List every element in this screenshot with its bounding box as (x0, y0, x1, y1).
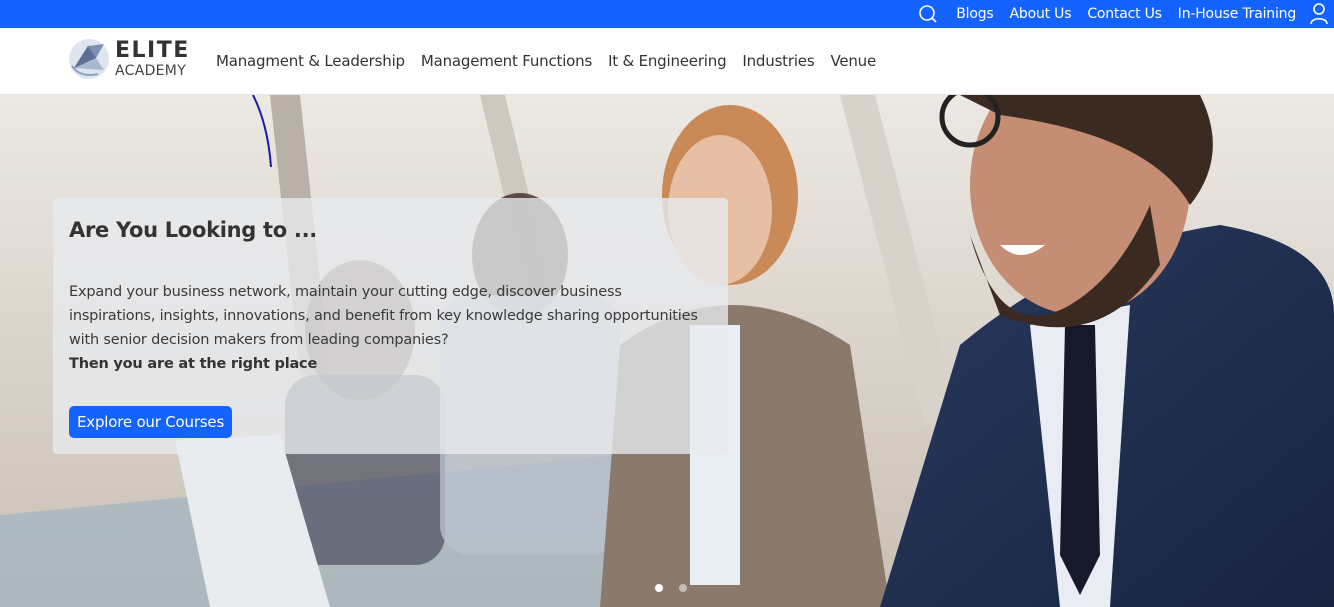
carousel-indicators (655, 584, 703, 592)
hero-title: Are You Looking to ... (69, 218, 317, 242)
main-navbar: ELITE ACADEMY Managment & Leadership Man… (0, 28, 1334, 95)
nav-item-managment-leadership[interactable]: Managment & Leadership (216, 52, 405, 70)
logo-line-1: ELITE (115, 38, 190, 63)
hero-body-text: Expand your business network, maintain y… (69, 284, 698, 348)
nav-item-it-engineering[interactable]: It & Engineering (608, 52, 727, 70)
hero-emphasis-text: Then you are at the right place (69, 356, 318, 372)
logo-emblem-icon (69, 39, 109, 79)
logo-line-2: ACADEMY (115, 63, 187, 79)
topbar-link-contact-us[interactable]: Contact Us (1087, 6, 1162, 22)
topbar-link-blogs[interactable]: Blogs (956, 6, 993, 22)
top-utility-bar: Blogs About Us Contact Us In-House Train… (0, 0, 1334, 28)
site-logo[interactable]: ELITE ACADEMY (68, 38, 190, 80)
main-menu: Managment & Leadership Management Functi… (216, 52, 892, 70)
carousel-dot-2[interactable] (679, 584, 687, 592)
user-icon[interactable] (1310, 3, 1328, 25)
topbar-link-in-house-training[interactable]: In-House Training (1178, 6, 1296, 22)
nav-item-venue[interactable]: Venue (830, 52, 876, 70)
nav-item-industries[interactable]: Industries (742, 52, 814, 70)
topbar-link-about-us[interactable]: About Us (1010, 6, 1072, 22)
hero-carousel: Are You Looking to ... Expand your busin… (0, 95, 1334, 607)
nav-item-management-functions[interactable]: Management Functions (421, 52, 592, 70)
carousel-dot-1[interactable] (655, 584, 663, 592)
hero-card: Are You Looking to ... Expand your busin… (53, 198, 728, 454)
explore-courses-button[interactable]: Explore our Courses (69, 406, 233, 438)
search-icon[interactable] (918, 4, 938, 24)
